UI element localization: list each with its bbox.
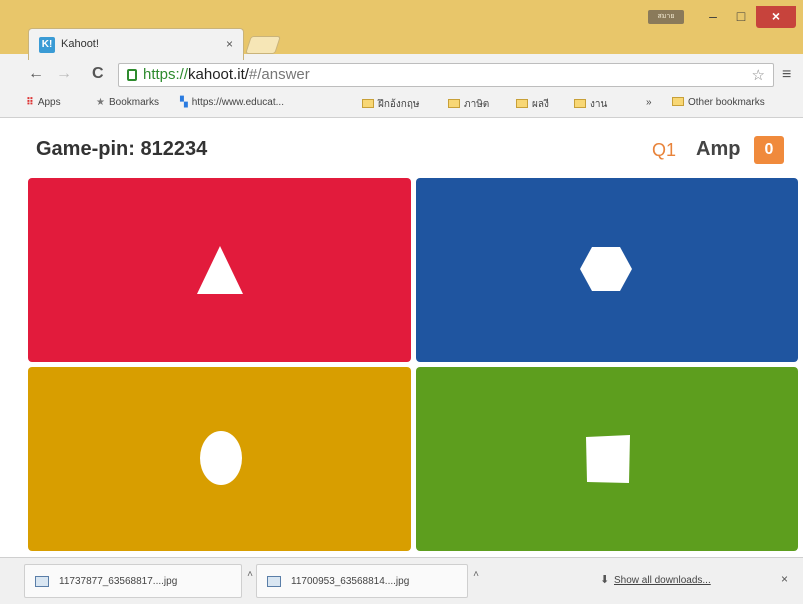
game-header: Game-pin: 812234 Q1 Amp 0 [0,126,803,170]
bookmark-label: Other bookmarks [688,97,765,108]
bookmark-label: Apps [37,97,61,108]
folder-icon [672,97,684,106]
bookmark-label: Bookmarks [108,97,159,108]
lock-icon [127,69,137,81]
star-icon: ★ [96,97,105,108]
triangle-icon [197,246,243,294]
bookmark-label: งาน [590,99,608,110]
new-tab-button[interactable] [245,36,281,54]
bookmark-label: https://www.educat... [191,97,284,108]
reload-icon[interactable]: C [92,65,104,83]
close-download-shelf-icon[interactable]: × [781,572,788,586]
folder-icon [574,99,586,108]
answer-green-square[interactable] [416,367,798,551]
bookmark-folder-1[interactable]: ฝึกอ้งกฤษ [362,97,420,112]
apps-grid-icon: ⠿ [26,97,34,108]
forward-arrow-icon[interactable]: → [56,65,72,83]
tab-title: Kahoot! [61,38,99,50]
bookmark-label: ภาษิต [464,99,490,110]
close-window-button[interactable]: × [756,6,796,28]
folder-icon [362,99,374,108]
back-arrow-icon[interactable]: ← [28,65,44,83]
url-text: https://kahoot.it/#/answer [143,66,310,83]
bookmark-label: ฝึกอ้งกฤษ [378,99,420,110]
kahoot-favicon-icon: K! [39,37,55,53]
download-item[interactable]: 11700953_63568814....jpg ˄ [256,564,479,598]
download-arrow-icon: ⬇ [600,574,610,586]
download-item[interactable]: 11737877_63568817....jpg ˄ [24,564,253,598]
bookmark-folder-2[interactable]: ภาษิต [448,97,489,112]
answer-yellow-circle[interactable] [28,367,411,551]
bookmark-other[interactable]: Other bookmarks [672,97,765,108]
folder-icon [516,99,528,108]
show-all-downloads-link[interactable]: Show all downloads... [614,575,711,586]
bookmark-star-icon[interactable]: ☆ [752,66,765,84]
answer-red-triangle[interactable] [28,178,411,362]
download-shelf: 11737877_63568817....jpg ˄ 11700953_6356… [0,557,803,604]
download-menu-caret-icon[interactable]: ˄ [247,569,253,580]
image-file-icon [35,576,49,587]
bookmark-label: ผลงี [532,99,549,110]
hexagon-icon [580,247,632,291]
bookmark-folder-4[interactable]: งาน [574,97,607,112]
bookmark-educat[interactable]: ▚ https://www.educat... [180,97,284,108]
url-path: #/answer [248,66,310,83]
square-icon [586,435,630,483]
colorful-tiles-icon: ▚ [180,97,188,108]
url-host: kahoot.it/ [188,66,249,83]
bookmark-apps[interactable]: ⠿ Apps [26,97,61,108]
download-menu-caret-icon[interactable]: ˄ [473,569,479,580]
browser-tab-kahoot[interactable]: K! Kahoot! × [28,28,244,60]
download-filename: 11737877_63568817....jpg [59,576,178,587]
maximize-button[interactable]: □ [728,6,754,28]
game-pin: Game-pin: 812234 [36,138,208,160]
circle-icon [200,431,242,485]
image-file-icon [267,576,281,587]
answer-blue-hexagon[interactable] [416,178,798,362]
score-badge: 0 [754,136,784,164]
question-number: Q1 [652,140,677,160]
address-bar[interactable]: https://kahoot.it/#/answer ☆ [118,63,774,87]
folder-icon [448,99,460,108]
chrome-menu-icon[interactable]: ≡ [782,66,791,84]
bookmarks-overflow-chevron[interactable]: » [646,97,652,108]
tab-close-icon[interactable]: × [226,37,233,51]
player-nickname: Amp [696,138,741,160]
bookmarks-bar: ⠿ Apps ★ Bookmarks ▚ https://www.educat... … [0,90,803,118]
bookmark-folder-3[interactable]: ผลงี [516,97,549,112]
download-filename: 11700953_63568814....jpg [291,576,410,587]
profile-badge[interactable]: สมาย [648,10,684,24]
minimize-button[interactable]: – [700,6,726,28]
browser-toolbar: ← → C https://kahoot.it/#/answer ☆ ≡ [0,60,803,90]
bookmark-bookmarks[interactable]: ★ Bookmarks [96,97,159,108]
url-scheme: https:// [143,66,189,83]
